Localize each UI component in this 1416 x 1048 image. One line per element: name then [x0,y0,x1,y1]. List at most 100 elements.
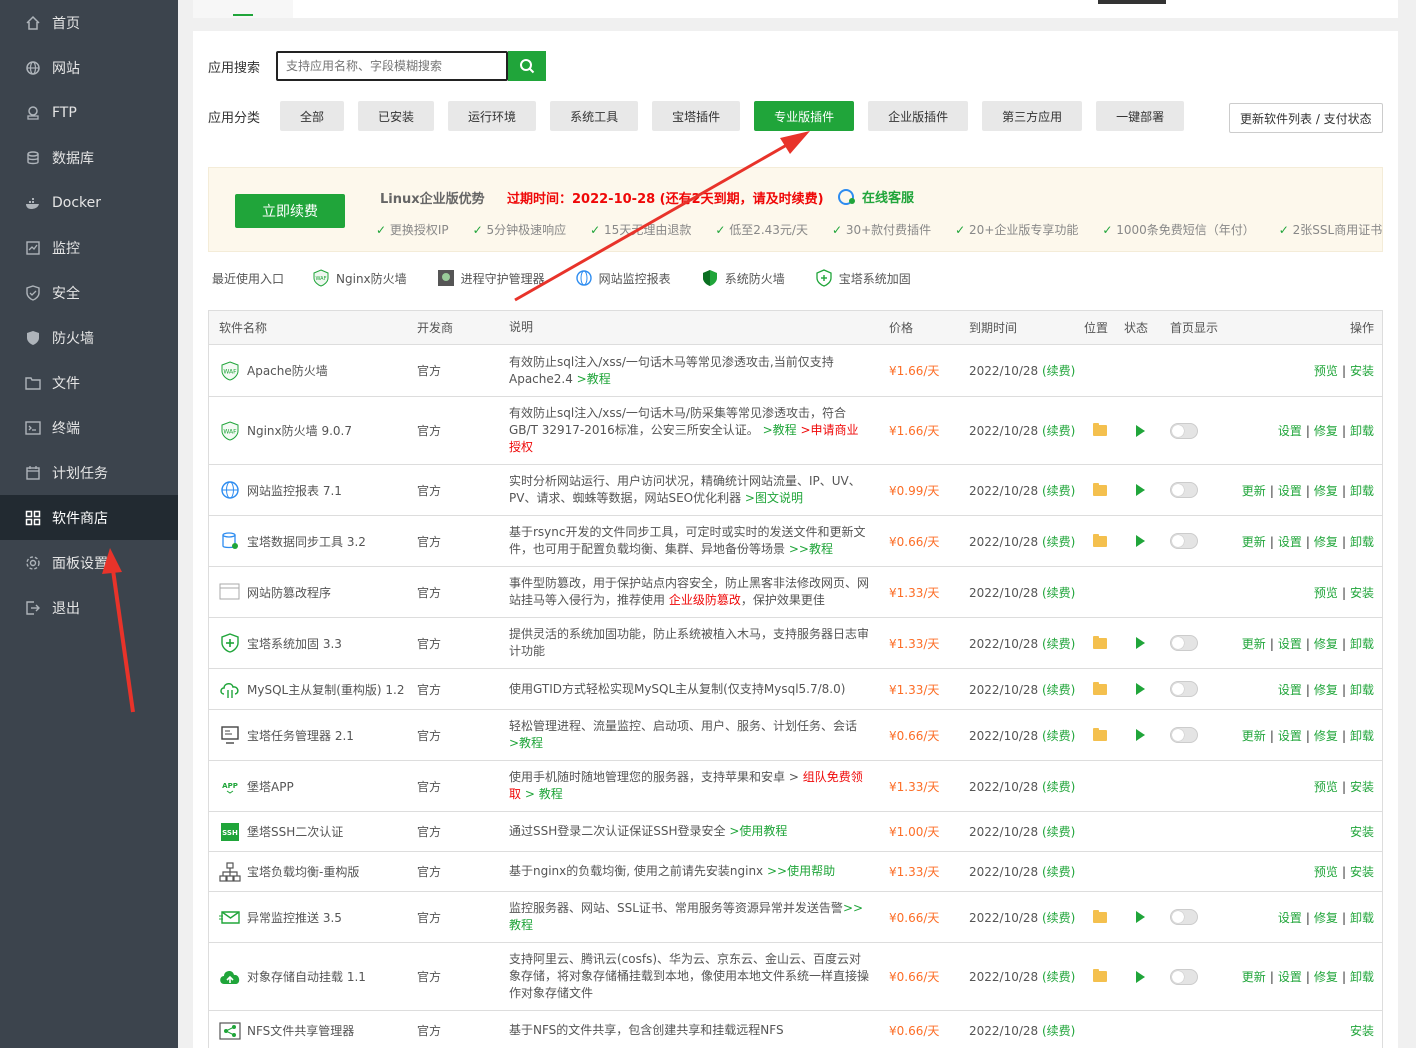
update-software-list-button[interactable]: 更新软件列表 / 支付状态 [1229,103,1383,133]
renew-link[interactable]: (续费) [1042,586,1075,600]
op-link[interactable]: 设置 [1278,683,1302,697]
renew-link[interactable]: (续费) [1042,637,1075,651]
plugin-name[interactable]: MySQL主从复制(重构版) 1.2 [247,681,404,698]
op-link[interactable]: 更新 [1242,535,1266,549]
folder-icon[interactable] [1093,635,1107,649]
home-display-toggle[interactable] [1170,635,1198,651]
op-link[interactable]: 修复 [1314,424,1338,438]
op-link[interactable]: 安装 [1350,780,1374,794]
renew-now-button[interactable]: 立即续费 [235,194,345,228]
category-tab[interactable]: 系统工具 [550,101,639,131]
op-link[interactable]: 设置 [1278,424,1302,438]
home-display-toggle[interactable] [1170,533,1198,549]
renew-link[interactable]: (续费) [1042,1024,1075,1038]
op-link[interactable]: 设置 [1278,970,1302,984]
op-link[interactable]: 安装 [1350,1024,1374,1038]
category-tab[interactable]: 全部 [280,101,345,131]
op-link[interactable]: 设置 [1278,637,1302,651]
tutorial-link[interactable]: >>教程 [789,542,833,556]
folder-icon[interactable] [1093,727,1107,741]
play-icon[interactable] [1135,484,1145,496]
category-tab[interactable]: 宝塔插件 [652,101,741,131]
op-link[interactable]: 卸载 [1350,484,1374,498]
plugin-name[interactable]: 宝塔系统加固 3.3 [247,635,342,652]
plugin-name[interactable]: 堡塔APP [247,778,294,795]
sidebar-item-0[interactable]: 首页 [0,0,178,45]
recent-entry[interactable]: 宝塔系统加固 [815,269,911,287]
home-display-toggle[interactable] [1170,968,1198,985]
online-service-link[interactable]: 在线客服 [837,187,914,206]
op-link[interactable]: 修复 [1314,911,1338,925]
op-link[interactable]: 卸载 [1350,637,1374,651]
sidebar-item-8[interactable]: 文件 [0,360,178,405]
recent-entry[interactable]: 网站监控报表 [575,269,671,287]
play-icon[interactable] [1135,729,1145,741]
renew-link[interactable]: (续费) [1042,535,1075,549]
plugin-name[interactable]: 对象存储自动挂载 1.1 [247,968,366,985]
op-link[interactable]: 设置 [1278,911,1302,925]
tutorial-link[interactable]: >教程 [509,736,543,750]
sidebar-item-5[interactable]: 监控 [0,225,178,270]
sidebar-item-11[interactable]: 软件商店 [0,495,178,540]
home-display-toggle[interactable] [1170,482,1198,498]
folder-icon[interactable] [1093,909,1107,923]
home-display-toggle[interactable] [1170,422,1198,439]
sidebar-item-9[interactable]: 终端 [0,405,178,450]
folder-icon[interactable] [1093,482,1107,496]
op-link[interactable]: 卸载 [1350,911,1374,925]
plugin-name[interactable]: 宝塔负载均衡-重构版 [247,863,359,880]
play-icon[interactable] [1135,424,1145,437]
op-link[interactable]: 安装 [1350,364,1374,378]
renew-link[interactable]: (续费) [1042,780,1075,794]
sidebar-item-1[interactable]: 网站 [0,45,178,90]
play-icon[interactable] [1135,683,1145,695]
sidebar-item-13[interactable]: 退出 [0,585,178,630]
plugin-name[interactable]: Apache防火墙 [247,362,328,379]
recent-entry[interactable]: 系统防火墙 [701,269,785,287]
recent-entry[interactable]: 进程守护管理器 [437,269,545,287]
tutorial-link[interactable]: > 教程 [521,787,563,801]
op-link[interactable]: 卸载 [1350,729,1374,743]
op-link[interactable]: 更新 [1242,637,1266,651]
sidebar-item-12[interactable]: 面板设置 [0,540,178,585]
op-link[interactable]: 更新 [1242,729,1266,743]
play-icon[interactable] [1135,535,1145,547]
op-link[interactable]: 更新 [1242,484,1266,498]
tutorial-link[interactable]: >教程 [577,372,611,386]
op-link[interactable]: 卸载 [1350,970,1374,984]
plugin-name[interactable]: 宝塔任务管理器 2.1 [247,727,354,744]
renew-link[interactable]: (续费) [1042,424,1075,438]
sidebar-item-4[interactable]: Docker [0,180,178,225]
op-link[interactable]: 预览 [1314,586,1338,600]
renew-link[interactable]: (续费) [1042,865,1075,879]
tutorial-link[interactable]: >图文说明 [745,491,803,505]
plugin-name[interactable]: Nginx防火墙 9.0.7 [247,422,352,439]
op-link[interactable]: 设置 [1278,729,1302,743]
play-icon[interactable] [1135,970,1145,983]
op-link[interactable]: 修复 [1314,637,1338,651]
op-link[interactable]: 卸载 [1350,535,1374,549]
home-display-toggle[interactable] [1170,727,1198,743]
renew-link[interactable]: (续费) [1042,683,1075,697]
tutorial-link[interactable]: >使用教程 [729,824,787,838]
promo-link[interactable]: 企业级防篡改 [669,593,741,607]
op-link[interactable]: 预览 [1314,780,1338,794]
folder-icon[interactable] [1093,969,1107,982]
category-tab[interactable]: 第三方应用 [982,101,1083,131]
folder-icon[interactable] [1093,423,1107,436]
folder-icon[interactable] [1093,533,1107,547]
op-link[interactable]: 安装 [1350,825,1374,839]
plugin-name[interactable]: 网站防篡改程序 [247,584,331,601]
op-link[interactable]: 修复 [1314,729,1338,743]
op-link[interactable]: 设置 [1278,535,1302,549]
home-display-toggle[interactable] [1170,681,1198,697]
play-icon[interactable] [1135,637,1145,649]
op-link[interactable]: 修复 [1314,535,1338,549]
renew-link[interactable]: (续费) [1042,729,1075,743]
header-tab[interactable] [193,0,293,18]
op-link[interactable]: 设置 [1278,484,1302,498]
tutorial-link[interactable]: >>使用帮助 [767,864,835,878]
renew-link[interactable]: (续费) [1042,970,1075,984]
category-tab[interactable]: 已安装 [358,101,435,131]
op-link[interactable]: 预览 [1314,364,1338,378]
